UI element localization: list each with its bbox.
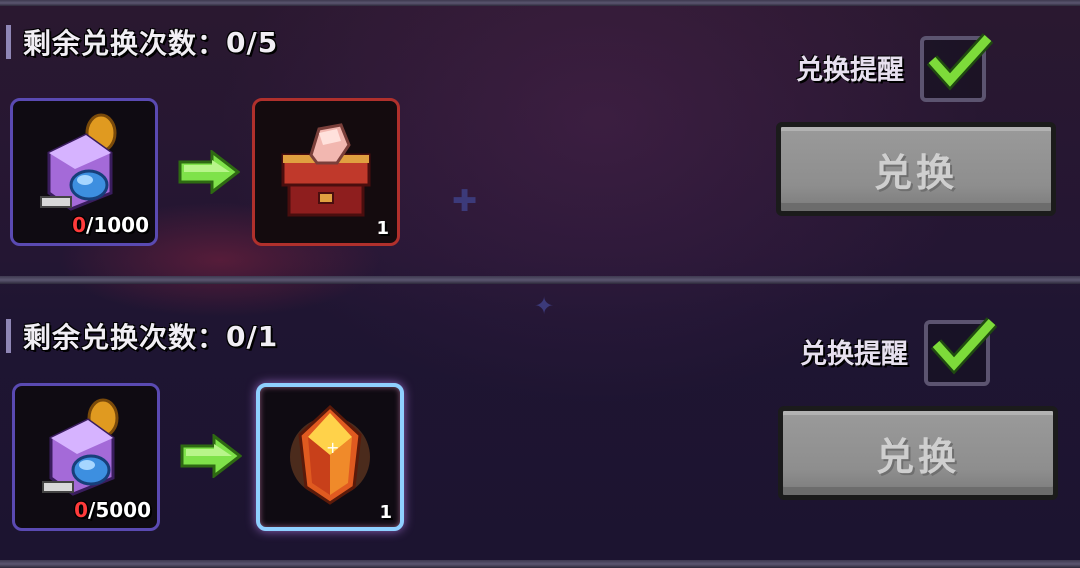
- treasure-chest-with-stone-icon: [281, 123, 371, 217]
- reward-quantity: 1: [379, 502, 392, 523]
- gem-and-coin-pile-icon: [42, 398, 119, 496]
- checkmark-icon: [926, 33, 994, 91]
- svg-text:+: +: [326, 438, 339, 457]
- reminder-checkbox[interactable]: [920, 30, 994, 104]
- title-accent-bar: [6, 319, 11, 353]
- reward-item-slot[interactable]: 1: [252, 98, 400, 246]
- cost-item-slot[interactable]: 0/1000: [10, 98, 158, 246]
- reward-item-slot[interactable]: + 1: [256, 383, 404, 531]
- remaining-label: 剩余兑换次数：: [23, 27, 227, 60]
- arrow-right-icon: [180, 434, 242, 478]
- reminder-checkbox[interactable]: [924, 314, 998, 388]
- remaining-value: 0/5: [226, 25, 279, 59]
- gem-and-coin-pile-icon: [40, 113, 117, 211]
- required-amount: /1000: [86, 213, 149, 237]
- arrow-right-icon: [178, 150, 240, 194]
- owned-amount: 0: [72, 213, 87, 237]
- checkmark-icon: [930, 317, 998, 375]
- owned-amount: 0: [74, 498, 89, 522]
- exchange-offer-1: 剩余兑换次数： 0/5 0/1000 1 兑换提醒 兑换: [0, 0, 1080, 280]
- exchange-button[interactable]: 兑换: [776, 122, 1056, 216]
- exchange-reminder: 兑换提醒: [796, 30, 994, 104]
- required-amount: /5000: [88, 498, 151, 522]
- exchange-screen: ✚ ✦ 剩余兑换次数： 0/5 0/1000 1 兑换提醒 兑换 剩余兑换次数：…: [0, 0, 1080, 568]
- cost-progress: 0/5000: [74, 498, 151, 522]
- remaining-exchanges: 剩余兑换次数： 0/1: [6, 318, 278, 354]
- remaining-value: 0/1: [226, 319, 279, 353]
- cost-item-slot[interactable]: 0/5000: [12, 383, 160, 531]
- title-accent-bar: [6, 25, 11, 59]
- remaining-label: 剩余兑换次数：: [23, 321, 227, 354]
- exchange-offer-2: 剩余兑换次数： 0/1 0/5000 + 1 兑换提醒 兑换: [0, 284, 1080, 568]
- reminder-label: 兑换提醒: [800, 338, 908, 370]
- fire-crystal-icon: +: [290, 404, 370, 505]
- reward-quantity: 1: [376, 218, 389, 239]
- exchange-button[interactable]: 兑换: [778, 406, 1058, 500]
- reminder-label: 兑换提醒: [796, 54, 904, 86]
- remaining-exchanges: 剩余兑换次数： 0/5: [6, 24, 278, 60]
- exchange-reminder: 兑换提醒: [800, 314, 998, 388]
- cost-progress: 0/1000: [72, 213, 149, 237]
